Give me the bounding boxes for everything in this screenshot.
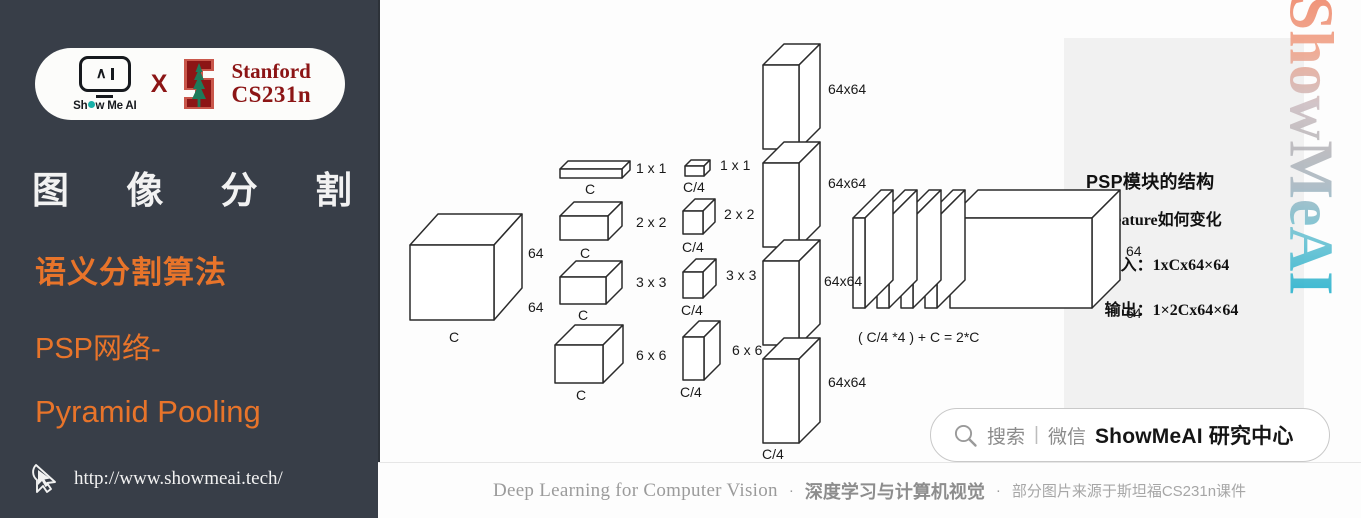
bar-glyph bbox=[110, 68, 114, 80]
content-panel: PSP模块的结构 • Feature如何变化 • 输入：1xCx64×64 • … bbox=[378, 0, 1361, 518]
upsample-label-1: 64x64 bbox=[828, 81, 866, 97]
pool-channels-4: C bbox=[576, 387, 586, 403]
subtitle-pyramid-pooling: Pyramid Pooling bbox=[35, 394, 261, 429]
concat-formula: ( C/4 *4 ) + C = 2*C bbox=[858, 329, 979, 345]
concat-block bbox=[852, 189, 1121, 309]
pool-slab-6x6 bbox=[554, 324, 624, 384]
footer-separator: · bbox=[995, 482, 1001, 499]
search-channel: 微信 bbox=[1047, 426, 1086, 448]
showmeai-robot-icon: ∧ bbox=[78, 56, 131, 92]
pool-kernel-2: 2 x 2 bbox=[636, 214, 667, 230]
wechat-search-pill[interactable]: 搜索 | 微信 ShowMeAI 研究中心 bbox=[930, 408, 1330, 462]
search-brand: ShowMeAI 研究中心 bbox=[1094, 425, 1294, 448]
upsample-slab-4 bbox=[762, 337, 821, 444]
title-char-2: 分 bbox=[220, 170, 258, 211]
reduce-kernel-2: 2 x 2 bbox=[724, 206, 755, 222]
caret-glyph: ∧ bbox=[95, 64, 107, 82]
brand-logo-pill: ∧ Sh w Me AI X Stanford CS231n bbox=[35, 48, 345, 120]
reduce-channels-4: C/4 bbox=[680, 384, 702, 400]
title-char-1: 像 bbox=[126, 170, 164, 211]
input-label-height: 64 bbox=[528, 245, 544, 261]
footer-separator: · bbox=[788, 482, 794, 499]
reduce-kernel-1: 1 x 1 bbox=[720, 157, 751, 173]
cross-symbol: X bbox=[150, 69, 168, 98]
footer-chinese-title: 深度学习与计算机视觉 bbox=[804, 481, 985, 502]
pool-slab-3x3 bbox=[559, 260, 623, 305]
concat-label-depth: 64 bbox=[1126, 305, 1142, 321]
input-label-channels: C bbox=[449, 329, 459, 345]
concat-label-height: 64 bbox=[1126, 243, 1142, 259]
upsample-slab-3 bbox=[762, 239, 821, 346]
showmeai-wordmark: Sh w Me AI bbox=[73, 100, 137, 112]
reduce-slab-3x3 bbox=[682, 258, 717, 299]
cs231n-text: CS231n bbox=[231, 81, 312, 107]
footer-bar: Deep Learning for Computer Vision · 深度学习… bbox=[378, 462, 1361, 518]
reduce-kernel-4: 6 x 6 bbox=[732, 342, 763, 358]
pool-slab-1x1 bbox=[559, 160, 631, 179]
title-char-3: 割 bbox=[314, 170, 352, 211]
psp-architecture-diagram: 64 64 C 1 x 1 C 2 x 2 C 3 x 3 C 6 x 6 C … bbox=[380, 0, 1361, 462]
upsample-slab-1 bbox=[762, 43, 821, 150]
reduce-channels-2: C/4 bbox=[682, 239, 704, 255]
reduce-kernel-3: 3 x 3 bbox=[726, 267, 757, 283]
page-title: 图 像 分 割 bbox=[32, 160, 352, 214]
search-icon bbox=[954, 424, 977, 447]
upsample-label-2: 64x64 bbox=[828, 175, 866, 191]
reduce-slab-1x1 bbox=[684, 159, 711, 177]
stanford-text: Stanford bbox=[231, 59, 311, 84]
search-label: 搜索 bbox=[987, 426, 1026, 448]
title-char-0: 图 bbox=[32, 170, 69, 211]
reduce-channels-3: C/4 bbox=[681, 302, 703, 318]
footer-source-note: 部分图片来源于斯坦福CS231n课件 bbox=[1011, 483, 1247, 500]
stanford-cs231n-label: Stanford CS231n bbox=[231, 60, 311, 108]
footer-english: Deep Learning for Computer Vision bbox=[492, 479, 778, 501]
left-title-panel: ∧ Sh w Me AI X Stanford CS231n 图 像 分 割 语… bbox=[0, 0, 378, 518]
url-text: http://www.showmeai.tech/ bbox=[74, 468, 283, 489]
website-url-row[interactable]: http://www.showmeai.tech/ bbox=[30, 462, 283, 496]
reduce-channels-1: C/4 bbox=[683, 179, 705, 195]
input-feature-cube bbox=[409, 213, 523, 321]
stanford-tree-logo bbox=[177, 55, 221, 113]
upsample-label-4: 64x64 bbox=[828, 374, 866, 390]
subtitle-psp-network: PSP网络- bbox=[35, 333, 161, 365]
input-label-depth: 64 bbox=[528, 299, 544, 315]
upsample-channels: C/4 bbox=[762, 446, 784, 462]
upsample-label-3: 64x64 bbox=[824, 273, 862, 289]
search-divider: | bbox=[1034, 424, 1039, 445]
pool-channels-3: C bbox=[578, 307, 588, 323]
teal-dot-icon bbox=[87, 101, 95, 108]
upsample-slab-2 bbox=[762, 141, 821, 248]
pool-slab-2x2 bbox=[559, 201, 623, 241]
logo-underline bbox=[96, 94, 114, 98]
reduce-slab-2x2 bbox=[682, 198, 716, 235]
pool-kernel-3: 3 x 3 bbox=[636, 274, 667, 290]
showmeai-logo: ∧ Sh w Me AI bbox=[69, 56, 141, 112]
pool-channels-2: C bbox=[580, 245, 590, 261]
slide-root: ∧ Sh w Me AI X Stanford CS231n 图 像 分 割 语… bbox=[0, 0, 1361, 518]
pool-kernel-4: 6 x 6 bbox=[636, 347, 667, 363]
cursor-pointer-icon bbox=[32, 464, 56, 493]
reduce-slab-6x6 bbox=[682, 320, 721, 381]
pool-channels-1: C bbox=[585, 181, 595, 197]
pool-kernel-1: 1 x 1 bbox=[636, 160, 667, 176]
subtitle-algorithm: 语义分割算法 bbox=[35, 255, 227, 290]
